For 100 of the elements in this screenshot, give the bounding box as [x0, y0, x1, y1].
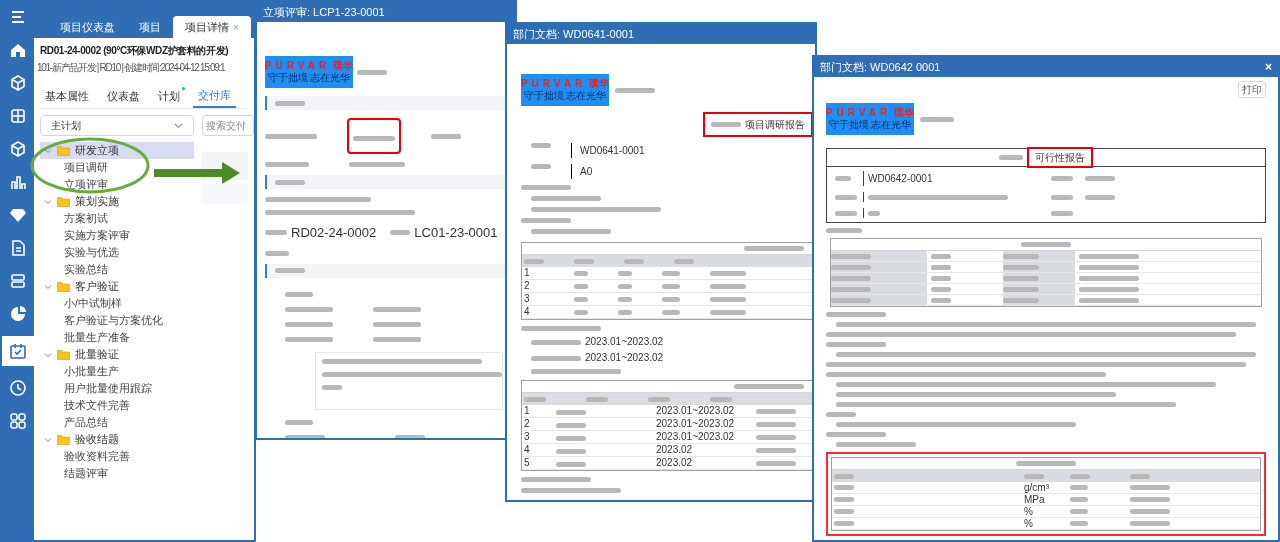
blurred-text — [744, 246, 804, 251]
tree-item[interactable]: 实验总结 — [64, 261, 108, 278]
detail-tab[interactable]: 计划 — [153, 85, 185, 108]
blurred-text — [618, 296, 632, 302]
table-cell-text: 2023.02 — [656, 458, 694, 468]
blurred-text — [1070, 509, 1088, 514]
blurred-text — [711, 122, 741, 127]
blurred-text — [1070, 485, 1088, 490]
document-type: 项目调研报告 — [745, 118, 805, 132]
blurred-text — [618, 309, 632, 315]
blurred-text — [618, 270, 632, 276]
tree-folder-row[interactable]: 客户验证 — [40, 278, 194, 295]
blurred-text — [835, 210, 857, 216]
blurred-text — [531, 339, 581, 345]
blurred-text — [1079, 275, 1139, 281]
blurred-text — [831, 286, 871, 292]
blurred-text — [1130, 509, 1170, 514]
folder-icon — [57, 281, 70, 292]
detail-tab[interactable]: 基本属性 — [40, 85, 94, 108]
tree-item[interactable]: 小/中试制样 — [64, 295, 122, 312]
tree-item[interactable]: 实验与优选 — [64, 244, 119, 261]
tree-item[interactable]: 技术文件完善 — [64, 397, 130, 414]
blurred-text — [931, 253, 951, 259]
tree-item[interactable]: 批量生产准备 — [64, 329, 130, 346]
blurred-text — [826, 412, 856, 417]
nav-tab[interactable]: 项目仪表盘 — [48, 16, 127, 38]
blurred-text — [662, 283, 680, 289]
tree-item[interactable]: 小批量生产 — [64, 363, 119, 380]
blurred-text — [285, 419, 313, 425]
tree-item[interactable]: 产品总结 — [64, 414, 108, 431]
blurred-text — [710, 396, 732, 402]
brand-name: 璞华 — [333, 61, 354, 71]
blurred-text — [756, 434, 796, 440]
blurred-text — [285, 434, 325, 438]
table-cell-text: 2 — [524, 419, 531, 429]
nav-tab[interactable]: 项目详情 × — [173, 16, 251, 38]
blurred-text — [531, 196, 601, 201]
slogan: 守于拙境 志在光华 — [828, 120, 912, 130]
window-title: 部门文档: WD0642 0001 — [820, 59, 941, 75]
nav-tab[interactable]: 项目 — [127, 16, 173, 38]
blurred-text — [574, 270, 588, 276]
blurred-text — [756, 421, 796, 427]
folder-icon — [57, 349, 70, 360]
blurred-text — [920, 116, 954, 122]
table-cell-text: 4 — [524, 307, 531, 317]
blurred-text — [390, 230, 411, 236]
blurred-text — [826, 312, 886, 317]
tree-item[interactable]: 结题评审 — [64, 465, 108, 482]
blurred-text — [285, 291, 313, 297]
blurred-text — [1079, 253, 1139, 259]
detail-tab[interactable]: 仪表盘 — [102, 85, 145, 108]
tree-item[interactable]: 实施方案评审 — [64, 227, 130, 244]
tree-item[interactable]: 用户批量使用跟踪 — [64, 380, 152, 397]
print-button[interactable]: 打印 — [1238, 81, 1266, 98]
blurred-text — [831, 275, 871, 281]
search-field[interactable]: 搜索交付 — [202, 115, 254, 136]
table-cell-text: 2023.01~2023.02 — [656, 432, 736, 442]
blurred-text — [834, 521, 854, 526]
blurred-text — [373, 306, 421, 312]
blurred-text — [834, 509, 854, 514]
tree-folder-row[interactable]: 策划实施 — [40, 193, 194, 210]
tree-folder-row[interactable]: 验收结题 — [40, 431, 194, 448]
blurred-text — [834, 485, 854, 490]
blurred-text — [357, 69, 387, 75]
blurred-text — [734, 384, 804, 389]
blurred-text — [275, 179, 305, 185]
table-cell-text: 4 — [524, 445, 531, 455]
blurred-text — [521, 477, 591, 482]
blurred-text — [1003, 286, 1039, 292]
blurred-text — [826, 228, 862, 233]
blurred-text — [1070, 497, 1088, 502]
close-button[interactable]: × — [1265, 58, 1272, 76]
blurred-text — [1003, 253, 1039, 259]
blurred-text — [624, 258, 644, 264]
blurred-text — [524, 258, 544, 264]
tree-folder-row[interactable]: 研发立项 — [40, 142, 194, 159]
blurred-text — [615, 87, 655, 93]
tree-item[interactable]: 验收资料完善 — [64, 448, 130, 465]
window-title: 立项评审: LCP1-23-0001 — [263, 4, 385, 20]
blurred-text — [1085, 194, 1115, 200]
blurred-text — [999, 155, 1023, 160]
detail-tab[interactable]: 交付库 — [193, 85, 236, 108]
calendar-check-icon[interactable] — [2, 336, 34, 366]
tree-item[interactable]: 方案初试 — [64, 210, 108, 227]
blurred-text — [1130, 497, 1170, 502]
blurred-text — [1051, 210, 1073, 216]
tree-item[interactable]: 项目调研 — [64, 159, 108, 176]
blurred-text — [265, 230, 287, 236]
blurred-text — [831, 264, 871, 270]
blurred-text — [1079, 297, 1139, 303]
table-cell-text: g/cm³ — [1024, 482, 1050, 493]
tree-folder-row[interactable]: 批量验证 — [40, 346, 194, 363]
project-title: RD01-24-0002 (90°C环保WDZ护套料的开发) — [40, 44, 229, 58]
blurred-text — [835, 176, 851, 181]
plan-dropdown[interactable]: 主计划 — [40, 115, 194, 136]
blurred-text — [662, 309, 680, 315]
blurred-text — [831, 253, 871, 259]
tree-item[interactable]: 客户验证与方案优化 — [64, 312, 163, 329]
chevron-down-icon — [174, 122, 183, 129]
blurred-text — [1024, 473, 1044, 479]
